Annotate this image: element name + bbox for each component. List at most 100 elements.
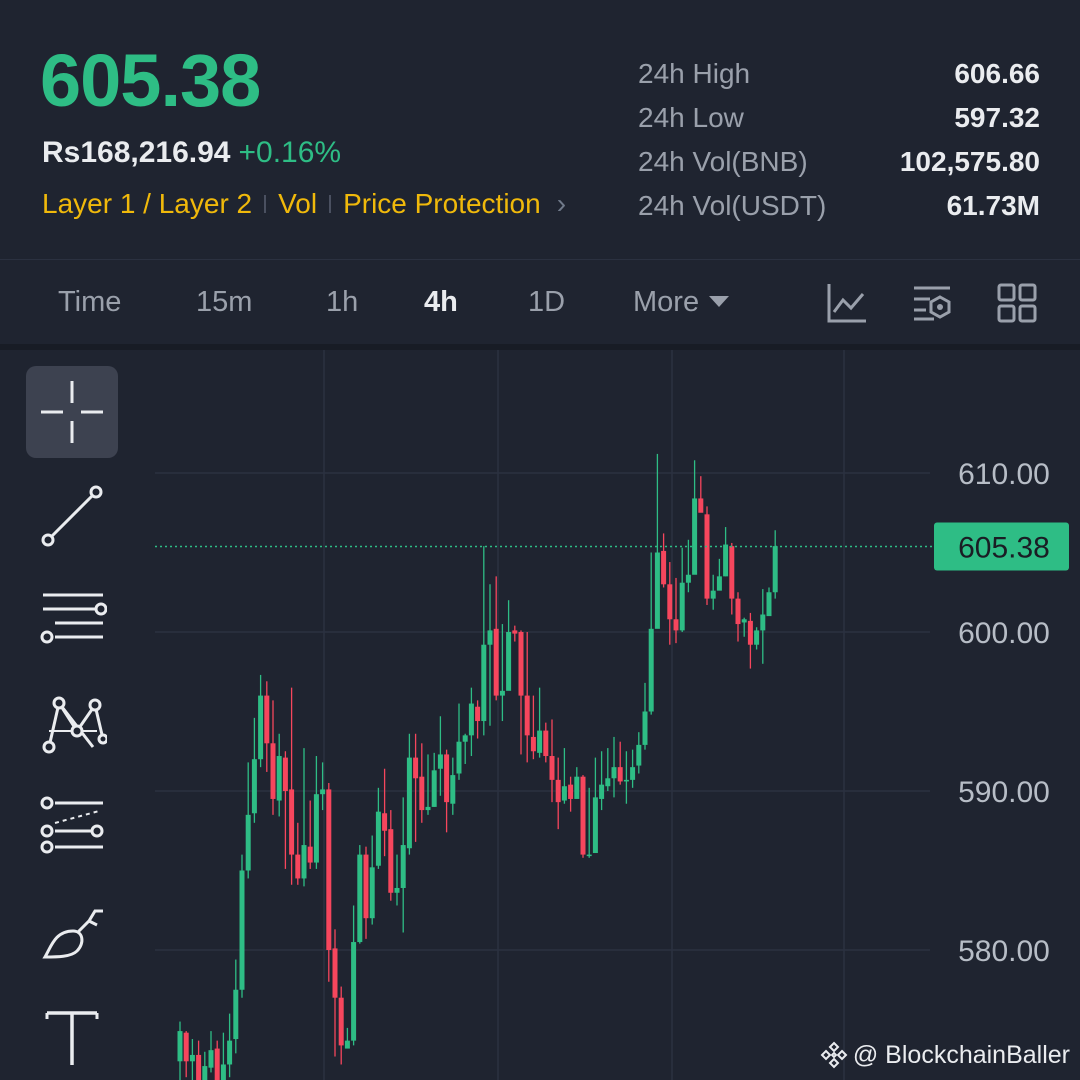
candle-up [654,552,660,629]
tag-vol[interactable]: Vol [278,188,317,220]
text-tool-icon [45,1011,99,1065]
candle-up [642,711,648,745]
candle-up [772,546,778,593]
candle-up [301,845,307,879]
candle-up [227,1040,233,1065]
stat-vol-usdt: 24h Vol(USDT) 61.73M [638,184,1040,228]
tab-1d[interactable]: 1D [528,286,565,319]
candle-up [369,867,375,919]
candle-down [673,619,679,631]
candle-down [363,854,369,919]
candle-down [419,776,425,811]
y-tick-label: 590.00 [958,776,1050,809]
candlestick-chart[interactable]: 610.00 600.00 590.00 580.00 605.38 [0,350,1080,1080]
candle-up [202,1066,208,1080]
candle-up [716,576,722,591]
candle-up [630,767,636,780]
candle-up [692,498,698,575]
fiat-price-row: Rs168,216.94 +0.16% [42,136,341,170]
candle-down [214,1048,220,1080]
candle-up [394,887,400,893]
candle-up [468,703,474,736]
candle-down [667,584,673,620]
candle-up [450,775,456,804]
stat-low: 24h Low 597.32 [638,96,1040,140]
stat-label: 24h Vol(USDT) [638,190,827,221]
tag-layer[interactable]: Layer 1 / Layer 2 [42,188,252,220]
tag-price-protection[interactable]: Price Protection [343,188,541,220]
candle-up [357,854,363,943]
candle-up [189,1054,195,1062]
brush-icon [42,909,103,959]
candle-up [344,1040,350,1049]
candle-up [400,845,406,888]
tag-row: Layer 1 / Layer 2 Vol Price Protection › [42,188,566,220]
watermark: @ BlockchainBaller [819,1040,1070,1070]
candle-up [239,870,245,990]
horizontal-lines-tool[interactable] [26,574,118,666]
candle-up [375,811,381,866]
candle-down [729,546,735,599]
trend-line-tool[interactable] [26,470,118,562]
candle-down [444,754,450,803]
pattern-tool[interactable] [26,678,118,770]
candle-up [313,794,319,863]
candle-up [425,806,431,811]
layout-grid-icon[interactable] [996,282,1038,324]
candle-down [530,736,536,752]
last-price: 605.38 [40,39,261,122]
candle-up [251,759,257,814]
candle-up [220,1064,226,1080]
candle-down [698,498,704,513]
tab-4h[interactable]: 4h [424,286,458,319]
candle-up [233,989,239,1040]
candle-down [196,1054,202,1080]
stat-label: 24h High [638,58,751,89]
crosshair-icon [41,381,103,443]
text-tool[interactable] [26,992,118,1080]
stat-label: 24h Low [638,102,744,133]
y-tick-label: 600.00 [958,617,1050,650]
candle-down [704,514,710,599]
candle-down [555,779,561,803]
binance-logo-icon [820,1041,848,1069]
tab-1h[interactable]: 1h [326,286,358,319]
candle-down [617,767,623,782]
candle-up [561,786,567,801]
chart-settings-icon[interactable] [912,282,954,324]
stat-value: 597.32 [954,102,1040,133]
stat-value: 606.66 [954,58,1040,89]
candle-up [462,735,468,742]
stat-value: 102,575.80 [899,146,1040,177]
fib-channel-tool[interactable] [26,782,118,874]
candle-down [338,997,344,1046]
tab-15m[interactable]: 15m [196,286,252,319]
candle-up [636,744,642,766]
candle-down [326,789,332,950]
tab-time[interactable]: Time [58,286,121,319]
candle-up [276,756,282,801]
candle-down [388,829,394,893]
candle-down [282,757,288,791]
candle-up [766,592,772,617]
crosshair-tool[interactable] [26,366,118,458]
candle-down [661,550,667,585]
candle-up [456,741,462,774]
chevron-right-icon[interactable]: › [557,188,566,220]
candle-down [295,854,301,879]
indicator-chart-icon[interactable] [826,282,868,324]
candle-up [741,619,747,623]
change-percent: +0.16% [238,136,342,169]
candle-down [568,784,574,799]
candle-up [648,628,654,712]
candle-down [512,630,518,634]
tab-more[interactable]: More [633,286,730,319]
candle-up [406,757,412,849]
candle-up [723,544,729,577]
candle-up [320,789,326,795]
candle-up [679,582,685,631]
candle-up [623,779,629,782]
candle-down [543,730,549,757]
candle-down [524,695,530,736]
brush-tool[interactable] [26,886,118,978]
